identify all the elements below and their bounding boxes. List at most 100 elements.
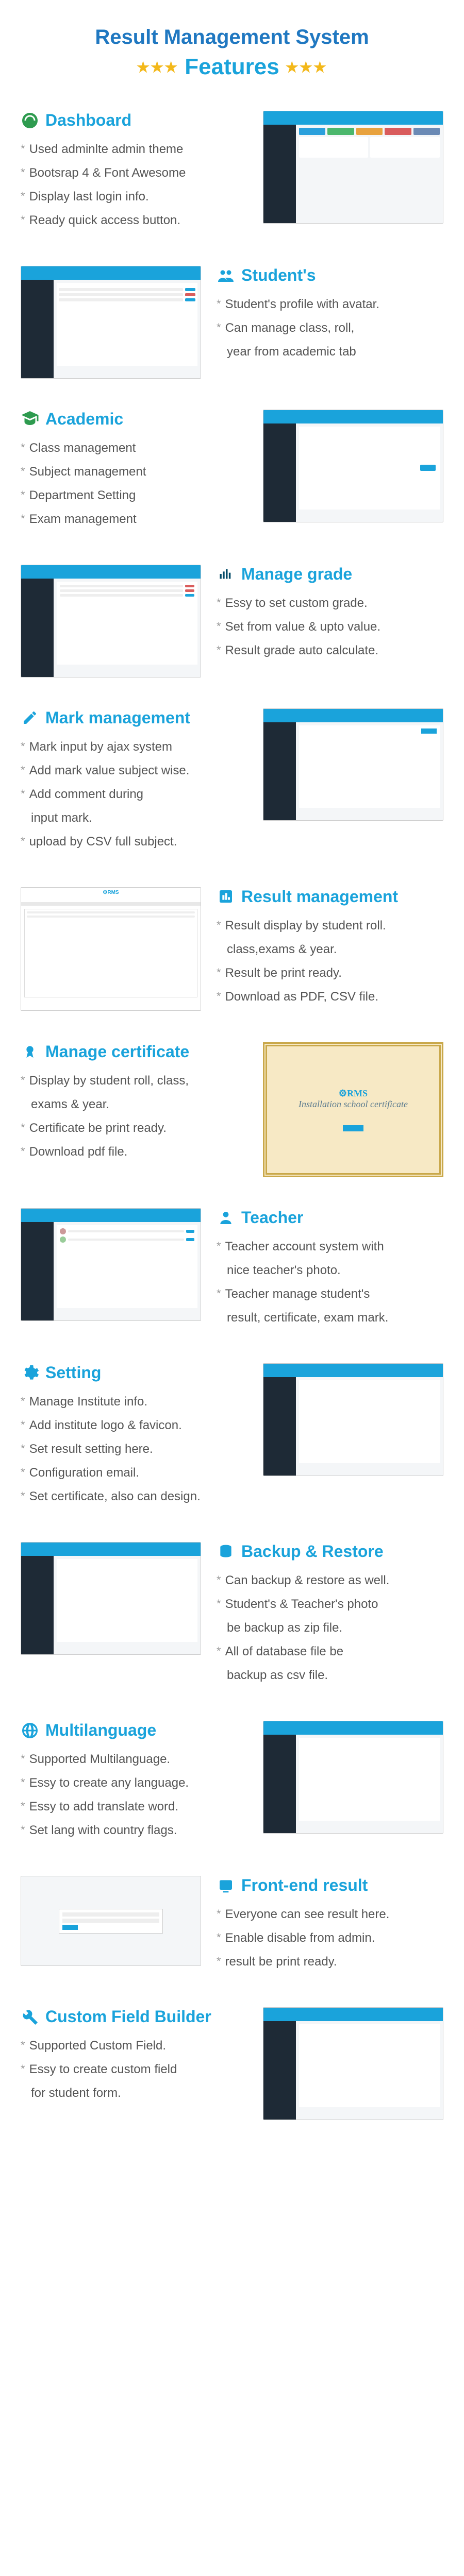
pencil-icon — [21, 708, 39, 727]
list-item: Student's & Teacher's photo — [217, 1595, 443, 1614]
list-item: result, certificate, exam mark. — [217, 1309, 443, 1327]
section-grade: Manage grade Essy to set custom grade. S… — [0, 549, 464, 693]
certificate-icon — [21, 1042, 39, 1061]
list-item: Certificate be print ready. — [21, 1119, 247, 1138]
section-title-teacher: Teacher — [217, 1208, 443, 1227]
title-text: Mark management — [45, 708, 190, 727]
section-setting: Setting Manage Institute info. Add insti… — [0, 1348, 464, 1527]
feature-list: Manage Institute info. Add institute log… — [21, 1393, 247, 1506]
grade-icon — [217, 565, 235, 583]
list-item: Supported Multilanguage. — [21, 1750, 247, 1769]
section-title-multilang: Multilanguage — [21, 1721, 247, 1740]
title-text: Student's — [241, 266, 316, 285]
list-item: Used adminlte admin theme — [21, 140, 247, 159]
screenshot-academic — [263, 410, 443, 522]
section-dashboard: Dashboard Used adminlte admin theme Boot… — [0, 95, 464, 250]
section-academic: Academic Class management Subject manage… — [0, 394, 464, 549]
section-title-students: Student's — [217, 266, 443, 285]
screenshot-certificate: ⚙RMSInstallation school certificate — [263, 1042, 443, 1178]
section-title-certificate: Manage certificate — [21, 1042, 247, 1061]
list-item: Set lang with country flags. — [21, 1821, 247, 1840]
list-item: nice teacher's photo. — [217, 1261, 443, 1280]
list-item: Result be print ready. — [217, 964, 443, 982]
list-item: class,exams & year. — [217, 940, 443, 959]
list-item: Essy to create custom field — [21, 2060, 247, 2079]
frontend-icon — [217, 1876, 235, 1895]
database-icon — [217, 1543, 235, 1561]
tools-icon — [21, 2008, 39, 2026]
list-item: Set result setting here. — [21, 1440, 247, 1459]
screenshot-teacher — [21, 1208, 201, 1321]
feature-list: Display by student roll, class, exams & … — [21, 1072, 247, 1161]
feature-list: Teacher account system with nice teacher… — [217, 1238, 443, 1327]
list-item: exams & year. — [21, 1095, 247, 1114]
section-title-custom: Custom Field Builder — [21, 2007, 247, 2026]
section-result: Result management Result display by stud… — [0, 872, 464, 1027]
feature-list: Essy to set custom grade. Set from value… — [217, 594, 443, 660]
title-text: Dashboard — [45, 111, 131, 130]
list-item: Manage Institute info. — [21, 1393, 247, 1411]
title-text: Result management — [241, 887, 398, 906]
star-icon: ★★★ — [286, 59, 327, 76]
list-item: Everyone can see result here. — [217, 1905, 443, 1924]
screenshot-setting — [263, 1363, 443, 1476]
list-item: for student form. — [21, 2084, 247, 2103]
list-item: Student's profile with avatar. — [217, 295, 443, 314]
list-item: Add mark value subject wise. — [21, 761, 247, 780]
list-item: Result grade auto calculate. — [217, 641, 443, 660]
list-item: Subject management — [21, 463, 247, 481]
title-text: Backup & Restore — [241, 1542, 384, 1561]
list-item: Teacher manage student's — [217, 1285, 443, 1303]
certificate-preview: ⚙RMSInstallation school certificate — [263, 1042, 443, 1178]
academic-icon — [21, 410, 39, 428]
list-item: Bootsrap 4 & Font Awesome — [21, 164, 247, 182]
list-item: Display by student roll, class, — [21, 1072, 247, 1090]
screenshot-result: ⚙RMS — [21, 887, 201, 1011]
list-item: Department Setting — [21, 486, 247, 505]
screenshot-multilang — [263, 1721, 443, 1834]
features-subtitle: ★★★ Features ★★★ — [137, 54, 327, 80]
feature-list: Result display by student roll. class,ex… — [217, 917, 443, 1006]
list-item: Class management — [21, 439, 247, 457]
list-item: Enable disable from admin. — [217, 1929, 443, 1947]
list-item: Mark input by ajax system — [21, 738, 247, 756]
section-title-backup: Backup & Restore — [217, 1542, 443, 1561]
page-header: Result Management System ★★★ Features ★★… — [0, 0, 464, 95]
list-item: Essy to add translate word. — [21, 1798, 247, 1816]
student-icon — [217, 266, 235, 285]
section-custom: Custom Field Builder Supported Custom Fi… — [0, 1992, 464, 2136]
list-item: Download pdf file. — [21, 1143, 247, 1161]
list-item: Display last login info. — [21, 188, 247, 206]
list-item: Teacher account system with — [217, 1238, 443, 1256]
list-item: upload by CSV full subject. — [21, 833, 247, 851]
subtitle-text: Features — [185, 54, 279, 80]
list-item: Can manage class, roll, — [217, 319, 443, 337]
section-backup: Backup & Restore Can backup & restore as… — [0, 1527, 464, 1705]
list-item: Can backup & restore as well. — [217, 1571, 443, 1590]
section-teacher: Teacher Teacher account system with nice… — [0, 1193, 464, 1348]
screenshot-custom — [263, 2007, 443, 2120]
feature-list: Class management Subject management Depa… — [21, 439, 247, 529]
list-item: Set certificate, also can design. — [21, 1487, 247, 1506]
section-multilang: Multilanguage Supported Multilanguage. E… — [0, 1705, 464, 1860]
list-item: Ready quick access button. — [21, 211, 247, 230]
screenshot-mark — [263, 708, 443, 821]
dashboard-icon — [21, 111, 39, 130]
title-text: Manage certificate — [45, 1042, 189, 1061]
list-item: input mark. — [21, 809, 247, 827]
list-item: Add institute logo & favicon. — [21, 1416, 247, 1435]
feature-list: Used adminlte admin theme Bootsrap 4 & F… — [21, 140, 247, 230]
section-title-dashboard: Dashboard — [21, 111, 247, 130]
title-text: Custom Field Builder — [45, 2007, 211, 2026]
list-item: Essy to create any language. — [21, 1774, 247, 1792]
feature-list: Can backup & restore as well. Student's … — [217, 1571, 443, 1685]
screenshot-grade — [21, 565, 201, 677]
section-title-frontend: Front-end result — [217, 1876, 443, 1895]
language-icon — [21, 1721, 39, 1740]
list-item: Set from value & upto value. — [217, 618, 443, 636]
title-text: Teacher — [241, 1208, 303, 1227]
list-item: Supported Custom Field. — [21, 2037, 247, 2055]
section-frontend: Front-end result Everyone can see result… — [0, 1860, 464, 1992]
list-item: result be print ready. — [217, 1953, 443, 1971]
title-text: Setting — [45, 1363, 101, 1382]
